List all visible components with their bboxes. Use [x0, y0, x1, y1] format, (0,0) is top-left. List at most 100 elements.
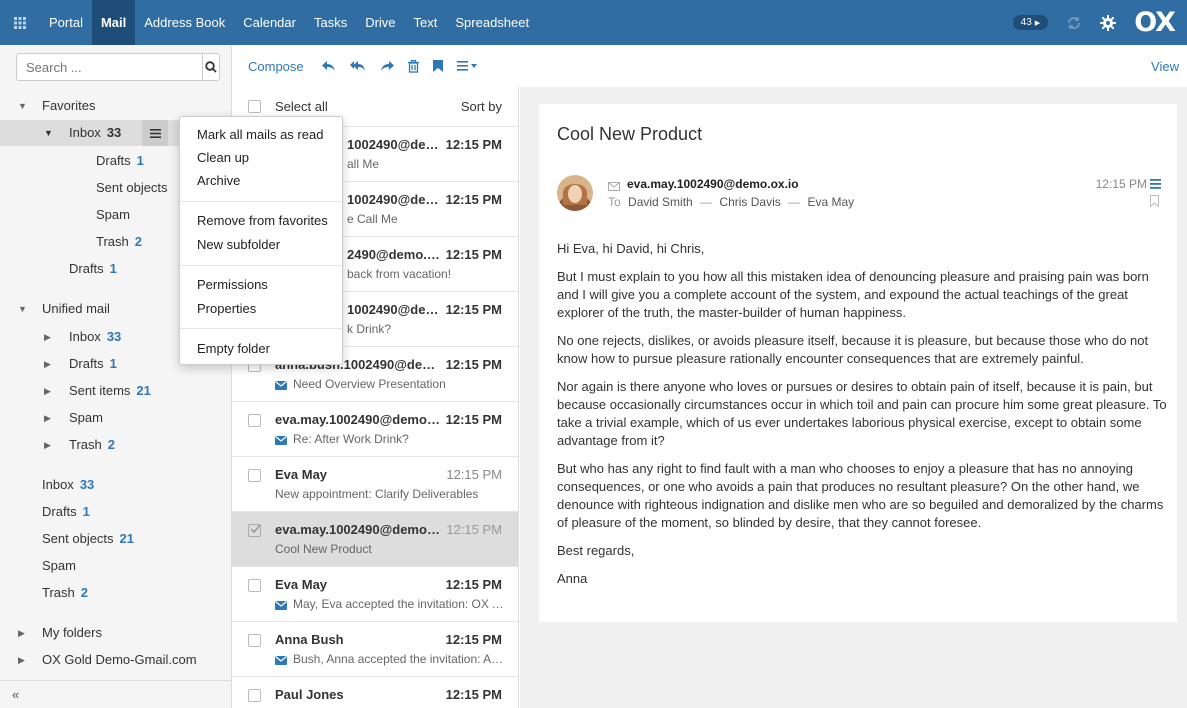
unified-mail-label: Unified mail [42, 301, 110, 316]
search-icon [205, 61, 217, 73]
unread-count: 1 [136, 153, 144, 168]
sender: 2490@demo.ox.io [347, 247, 447, 262]
menu-divider [180, 201, 342, 202]
row-checkbox-checked[interactable] [248, 524, 261, 537]
nav-tasks[interactable]: Tasks [305, 0, 356, 45]
gear-icon[interactable] [1100, 14, 1117, 31]
menu-mark-all-read[interactable]: Mark all mails as read [197, 127, 323, 142]
row-checkbox[interactable] [248, 634, 261, 647]
unread-count: 2 [80, 585, 88, 600]
recipients: To David Smith — Chris Davis — Eva May [608, 195, 854, 209]
list-item[interactable]: Eva May 12:15 PM New appointment: Clarif… [232, 457, 518, 512]
unified-spam[interactable]: ▶ Spam [0, 405, 232, 431]
sender: Anna Bush [275, 632, 344, 647]
select-all-checkbox[interactable] [248, 100, 261, 113]
caret-right-icon: ▶ [44, 359, 51, 369]
folder-inbox[interactable]: Inbox 33 [0, 472, 232, 498]
folder-label: My folders [42, 625, 102, 640]
menu-new-subfolder[interactable]: New subfolder [197, 237, 280, 252]
timestamp: 12:15 PM [445, 632, 502, 647]
nav-calendar[interactable]: Calendar [234, 0, 305, 45]
subject-line: Need Overview Presentation [275, 377, 505, 393]
reply-icon[interactable] [321, 60, 336, 72]
recipient[interactable]: David Smith [628, 195, 693, 209]
more-actions-icon[interactable] [456, 61, 477, 71]
reply-all-icon[interactable] [349, 60, 366, 72]
nav-spreadsheet[interactable]: Spreadsheet [446, 0, 538, 45]
trash-icon[interactable] [407, 59, 419, 73]
folder-sent-objects[interactable]: Sent objects 21 [0, 526, 232, 552]
select-all-label[interactable]: Select all [275, 99, 328, 114]
gmail-account[interactable]: ▶ OX Gold Demo-Gmail.com [0, 647, 232, 673]
list-item-selected[interactable]: eva.may.1002490@demo.ox.io 12:15 PM Cool… [232, 512, 518, 567]
subject: Need Overview Presentation [293, 377, 446, 391]
folder-label: Drafts [96, 153, 131, 168]
forward-icon[interactable] [380, 60, 394, 72]
nav-address-book[interactable]: Address Book [135, 0, 234, 45]
collapse-sidebar-button[interactable]: « [0, 680, 232, 708]
app-launcher-icon[interactable] [0, 0, 40, 45]
menu-remove-from-favorites[interactable]: Remove from favorites [197, 213, 328, 228]
recipient[interactable]: Chris Davis [719, 195, 780, 209]
subject: all Me [347, 157, 380, 171]
caret-down-icon: ▼ [18, 304, 27, 314]
notification-badge[interactable]: 43 ▶ [1012, 15, 1049, 30]
compose-button[interactable]: Compose [248, 59, 304, 74]
view-button[interactable]: View [1151, 59, 1179, 74]
folder-drafts[interactable]: Drafts 1 [0, 499, 232, 525]
caret-right-icon: ▶ [1034, 19, 1041, 27]
row-checkbox[interactable] [248, 689, 261, 702]
sender-address[interactable]: eva.may.1002490@demo.ox.io [627, 177, 799, 191]
caret-right-icon: ▶ [18, 655, 25, 665]
caret-right-icon: ▶ [44, 413, 51, 423]
folder-label: Inbox [69, 329, 101, 344]
bookmark-icon[interactable] [432, 60, 443, 72]
list-item[interactable]: Paul Jones 12:15 PM [232, 677, 518, 708]
avatar[interactable] [557, 175, 593, 211]
nav-portal[interactable]: Portal [40, 0, 92, 45]
sort-button[interactable]: Sort by [461, 99, 502, 114]
to-label: To [608, 195, 621, 209]
recipient[interactable]: Eva May [807, 195, 854, 209]
nav-text[interactable]: Text [405, 0, 447, 45]
mail-actions-menu-icon[interactable] [1150, 177, 1161, 192]
row-checkbox[interactable] [248, 579, 261, 592]
timestamp: 12:15 PM [445, 577, 502, 592]
folder-label: Sent items [69, 383, 131, 398]
top-bar: Portal Mail Address Book Calendar Tasks … [0, 0, 1187, 45]
folder-label: Trash [96, 234, 129, 249]
menu-archive[interactable]: Archive [197, 173, 240, 188]
folder-label: Trash [69, 437, 102, 452]
search-button[interactable] [202, 54, 219, 80]
timestamp: 12:15 PM [445, 192, 502, 207]
list-item[interactable]: eva.may.1002490@demo.ox.io 12:15 PM Re: … [232, 402, 518, 457]
app-nav: Portal Mail Address Book Calendar Tasks … [40, 0, 538, 45]
folder-spam[interactable]: Spam [0, 553, 232, 579]
row-checkbox[interactable] [248, 469, 261, 482]
list-item[interactable]: Anna Bush 12:15 PM Bush, Anna accepted t… [232, 622, 518, 677]
menu-empty-folder[interactable]: Empty folder [197, 341, 270, 356]
timestamp: 12:15 PM [445, 412, 502, 427]
flag-icon[interactable] [1150, 195, 1159, 210]
timestamp: 12:15 PM [445, 247, 502, 262]
folder-trash[interactable]: Trash 2 [0, 580, 232, 606]
folder-menu-button[interactable] [142, 120, 168, 146]
unified-trash[interactable]: ▶ Trash 2 [0, 432, 232, 458]
my-folders[interactable]: ▶ My folders [0, 620, 232, 646]
caret-down-icon: ▼ [44, 128, 53, 138]
search-input[interactable] [17, 54, 202, 80]
envelope-icon [275, 379, 287, 393]
nav-mail[interactable]: Mail [91, 0, 136, 45]
menu-clean-up[interactable]: Clean up [197, 150, 249, 165]
search-box [16, 53, 220, 81]
unread-count: 33 [106, 125, 122, 140]
unified-sent-items[interactable]: ▶ Sent items 21 [0, 378, 232, 404]
sender: 1002490@demo.ox.io [347, 192, 442, 207]
refresh-icon[interactable] [1066, 15, 1082, 31]
list-item[interactable]: Eva May 12:15 PM May, Eva accepted the i… [232, 567, 518, 622]
sender: 1002490@demo.ox.io [347, 137, 442, 152]
menu-properties[interactable]: Properties [197, 301, 256, 316]
menu-permissions[interactable]: Permissions [197, 277, 268, 292]
row-checkbox[interactable] [248, 414, 261, 427]
nav-drive[interactable]: Drive [356, 0, 404, 45]
